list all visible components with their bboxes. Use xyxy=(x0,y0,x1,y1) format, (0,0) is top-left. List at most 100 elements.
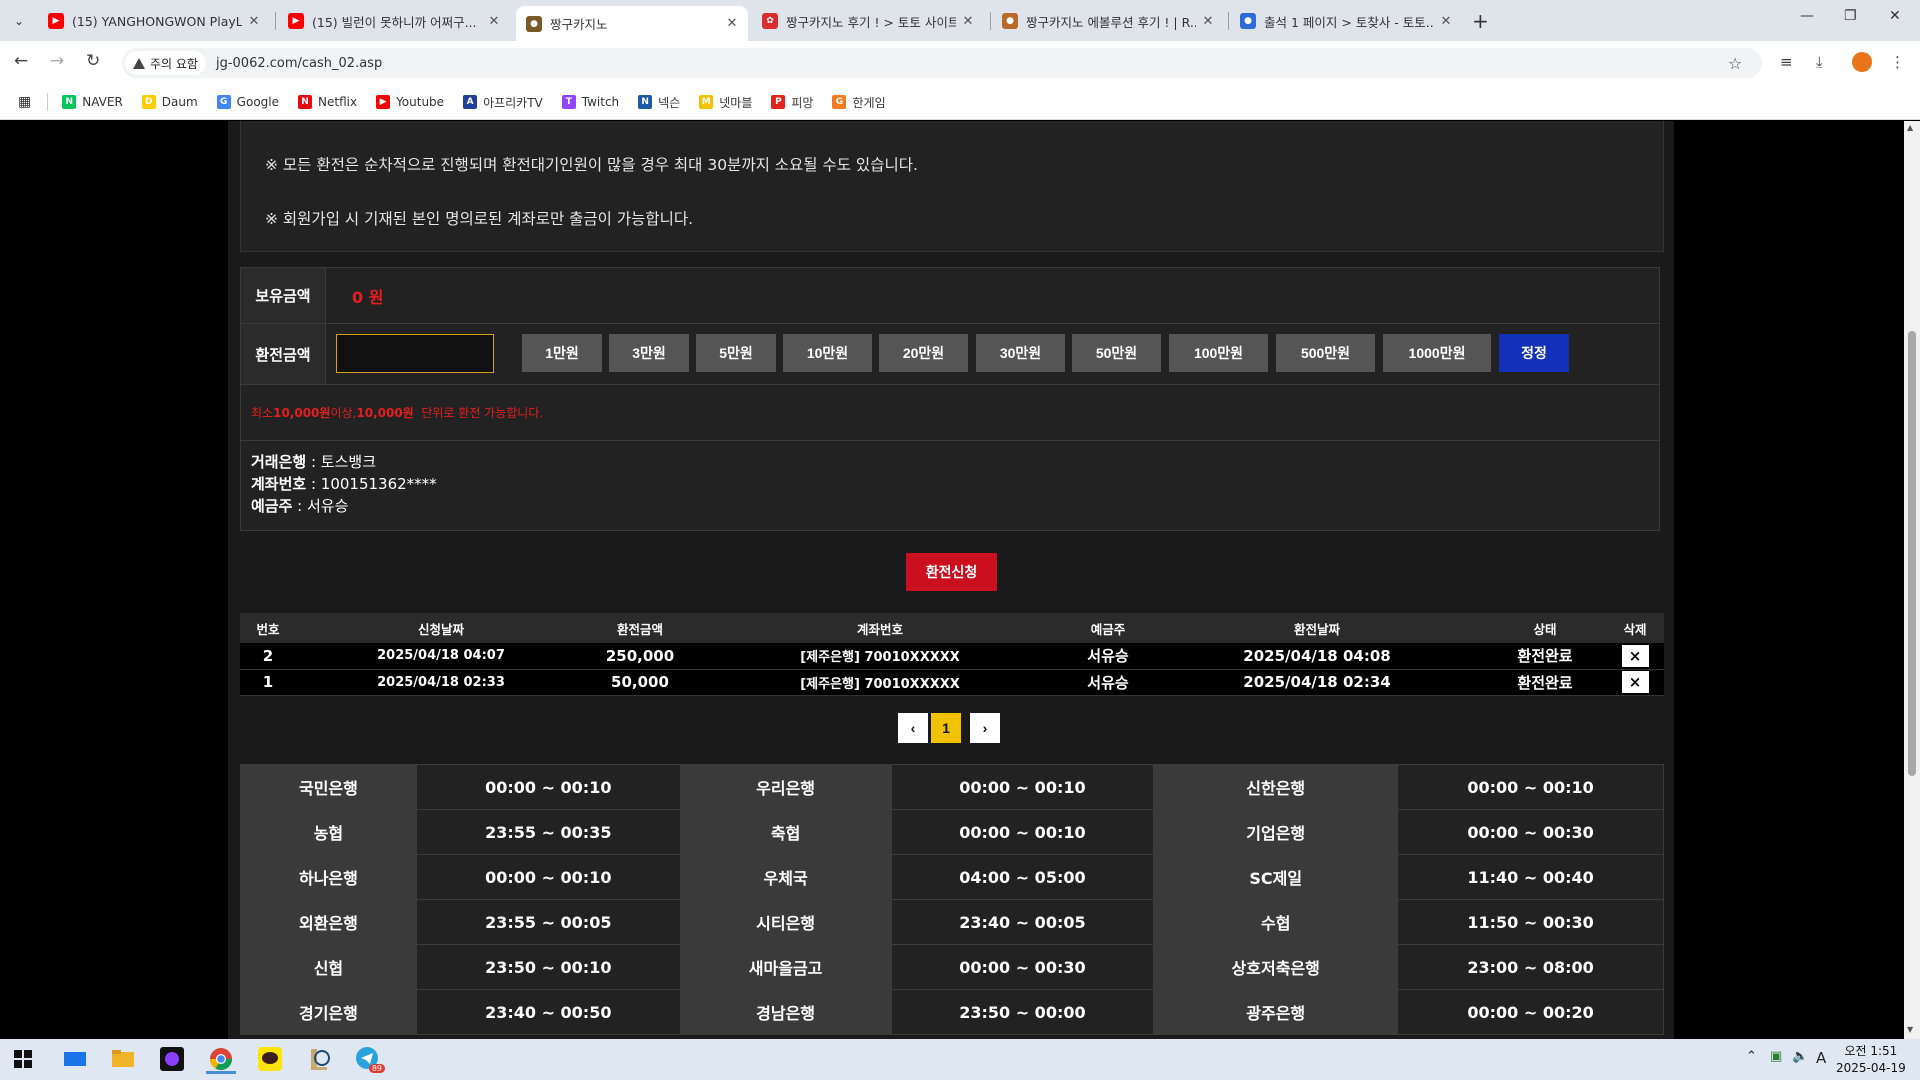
bookmark-item[interactable]: D Daum xyxy=(141,95,198,109)
close-tab-icon[interactable]: ✕ xyxy=(960,14,976,29)
address-bar[interactable]: 주의 요함 jg-0062.com/cash_02.asp xyxy=(122,48,1762,78)
windows-start-icon[interactable] xyxy=(8,1044,38,1074)
back-icon[interactable]: ← xyxy=(14,51,28,71)
close-tab-icon[interactable]: ✕ xyxy=(246,14,262,29)
url-text[interactable]: jg-0062.com/cash_02.asp xyxy=(216,56,382,71)
notification-badge: 89 xyxy=(368,1064,385,1073)
bookmark-item[interactable]: G 한게임 xyxy=(832,94,886,111)
bookmark-item[interactable]: N NAVER xyxy=(62,95,123,109)
ime-indicator[interactable]: A xyxy=(1816,1049,1826,1067)
bookmark-item[interactable]: N 넥슨 xyxy=(638,94,680,111)
security-warning-chip[interactable]: 주의 요함 xyxy=(125,51,206,75)
browser-tab[interactable]: ▶ (15) YANGHONGWON PlayList ✕ xyxy=(38,6,270,36)
reload-icon[interactable]: ↻ xyxy=(86,51,100,71)
quick-amount-button-200k[interactable]: 20만원 xyxy=(879,334,968,372)
row-number: 2 xyxy=(240,643,296,670)
quick-amount-button-100k[interactable]: 10만원 xyxy=(783,334,872,372)
menu-kebab-icon[interactable]: ⋮ xyxy=(1890,53,1905,71)
close-tab-icon[interactable]: ✕ xyxy=(486,14,502,29)
bookmark-item[interactable]: G Google xyxy=(216,95,279,109)
bank-info-row: 거래은행 : 토스뱅크 계좌번호 : 100151362**** 예금주 : 서… xyxy=(241,441,1659,532)
close-tab-icon[interactable]: ✕ xyxy=(1200,14,1216,29)
bookmark-item[interactable]: P 피망 xyxy=(771,94,813,111)
bookmark-label: NAVER xyxy=(82,95,123,109)
quick-amount-button-30k[interactable]: 3만원 xyxy=(609,334,689,372)
bank-label: 거래은행 xyxy=(251,453,307,471)
browser-tab[interactable]: ● 출석 1 페이지 > 토찾사 - 토토... ✕ xyxy=(1230,6,1462,36)
request-date: 2025/04/18 02:33 xyxy=(296,669,586,696)
quick-amount-button-300k[interactable]: 30만원 xyxy=(976,334,1065,372)
scroll-down-icon[interactable]: ▼ xyxy=(1907,1025,1913,1034)
browser-tab-active[interactable]: ● 짱구카지노 ✕ xyxy=(516,6,748,41)
league-of-legends-icon[interactable] xyxy=(304,1044,334,1074)
browser-tab[interactable]: ▶ (15) 빌런이 못하니까 어쩌구... ✕ xyxy=(278,6,510,36)
quick-amount-button-5m[interactable]: 500만원 xyxy=(1276,334,1375,372)
quick-amount-button-10k[interactable]: 1만원 xyxy=(522,334,602,372)
bookmark-label: Twitch xyxy=(581,95,620,109)
minimize-icon[interactable]: — xyxy=(1800,8,1814,24)
close-window-icon[interactable]: ✕ xyxy=(1889,8,1901,24)
col-header: 환전날짜 xyxy=(1150,613,1484,643)
quick-amount-button-10m[interactable]: 1000만원 xyxy=(1383,334,1491,372)
scroll-up-icon[interactable]: ▲ xyxy=(1907,123,1913,132)
maintenance-time: 23:00 ~ 08:00 xyxy=(1397,944,1664,990)
kakaotalk-icon[interactable] xyxy=(255,1044,285,1074)
browser-tab[interactable]: ✿ 짱구카지노 후기 ! > 토토 사이트 ✕ xyxy=(752,6,984,36)
bookmark-item[interactable]: M 넷마블 xyxy=(699,94,752,111)
close-tab-icon[interactable]: ✕ xyxy=(1438,14,1454,29)
page-scrollbar[interactable]: ▲ ▼ xyxy=(1904,121,1920,1039)
page-1-button[interactable]: 1 xyxy=(931,713,961,743)
bookmark-label: Google xyxy=(236,95,279,109)
delete-icon[interactable]: × xyxy=(1621,644,1649,667)
prev-page-button[interactable]: ‹ xyxy=(898,713,928,743)
app-purple-icon[interactable] xyxy=(157,1044,187,1074)
file-explorer-icon[interactable] xyxy=(108,1044,138,1074)
tray-expand-icon[interactable]: ⌃ xyxy=(1746,1049,1757,1064)
task-view-icon[interactable] xyxy=(60,1044,90,1074)
bookmark-item[interactable]: N Netflix xyxy=(298,95,357,109)
delete-cell: × xyxy=(1606,669,1664,696)
bookmark-item[interactable]: A 아프리카TV xyxy=(463,94,543,111)
tab-search-chevron-icon[interactable]: ⌄ xyxy=(8,10,30,32)
bookmark-label: 넥슨 xyxy=(658,95,681,110)
forward-icon[interactable]: → xyxy=(50,51,64,71)
bookmark-item[interactable]: T Twitch xyxy=(561,95,620,109)
quick-amount-button-1m[interactable]: 100만원 xyxy=(1169,334,1268,372)
profile-avatar[interactable] xyxy=(1852,52,1872,72)
col-header: 번호 xyxy=(240,613,296,643)
bookmark-item[interactable]: ▶ Youtube xyxy=(376,95,444,109)
col-header: 신청날짜 xyxy=(296,613,586,643)
submit-withdraw-button[interactable]: 환전신청 xyxy=(906,553,997,591)
telegram-icon[interactable]: 89 xyxy=(353,1044,385,1074)
media-control-icon[interactable]: ≡ xyxy=(1780,53,1793,71)
col-header: 환전금액 xyxy=(586,613,694,643)
download-icon[interactable]: ⤓ xyxy=(1816,53,1823,71)
network-icon[interactable]: ▣ xyxy=(1770,1049,1782,1064)
maintenance-time: 00:00 ~ 00:30 xyxy=(890,944,1155,990)
table-row: 2 2025/04/18 04:07 250,000 [제주은행] 70010X… xyxy=(240,643,1664,670)
volume-icon[interactable]: 🔈 xyxy=(1792,1049,1808,1064)
maintenance-time: 11:50 ~ 00:30 xyxy=(1397,899,1664,945)
browser-tab[interactable]: ● 짱구카지노 에볼루션 후기 ! | R... ✕ xyxy=(992,6,1224,36)
new-tab-icon[interactable]: + xyxy=(1472,9,1489,33)
tab-title: 짱구카지노 xyxy=(550,17,608,32)
request-date: 2025/04/18 04:07 xyxy=(296,643,586,670)
account-label: 계좌번호 xyxy=(251,475,307,493)
amount-input[interactable] xyxy=(336,334,494,373)
col-header: 계좌번호 xyxy=(694,613,1066,643)
scrollbar-thumb[interactable] xyxy=(1908,331,1916,776)
table-row: 외환은행 23:55 ~ 00:05 시티은행 23:40 ~ 00:05 수협 11:5… xyxy=(240,899,1664,945)
close-tab-icon[interactable]: ✕ xyxy=(724,16,740,31)
delete-icon[interactable]: × xyxy=(1621,671,1649,693)
quick-amount-button-500k[interactable]: 50만원 xyxy=(1072,334,1161,372)
delete-cell: × xyxy=(1606,643,1664,670)
restore-icon[interactable]: ❐ xyxy=(1844,8,1857,24)
bookmark-star-icon[interactable]: ☆ xyxy=(1728,54,1742,73)
reset-button[interactable]: 정정 xyxy=(1499,334,1569,372)
system-clock[interactable]: 오전 1:51 2025-04-19 xyxy=(1836,1043,1906,1077)
chrome-icon[interactable] xyxy=(206,1044,236,1074)
apps-grid-icon[interactable]: ▦ xyxy=(18,94,31,110)
next-page-button[interactable]: › xyxy=(970,713,1000,743)
quick-amount-button-50k[interactable]: 5만원 xyxy=(696,334,776,372)
withdraw-history-table: 번호 신청날짜 환전금액 계좌번호 예금주 환전날짜 상태 삭제 2 2025/… xyxy=(240,613,1664,696)
